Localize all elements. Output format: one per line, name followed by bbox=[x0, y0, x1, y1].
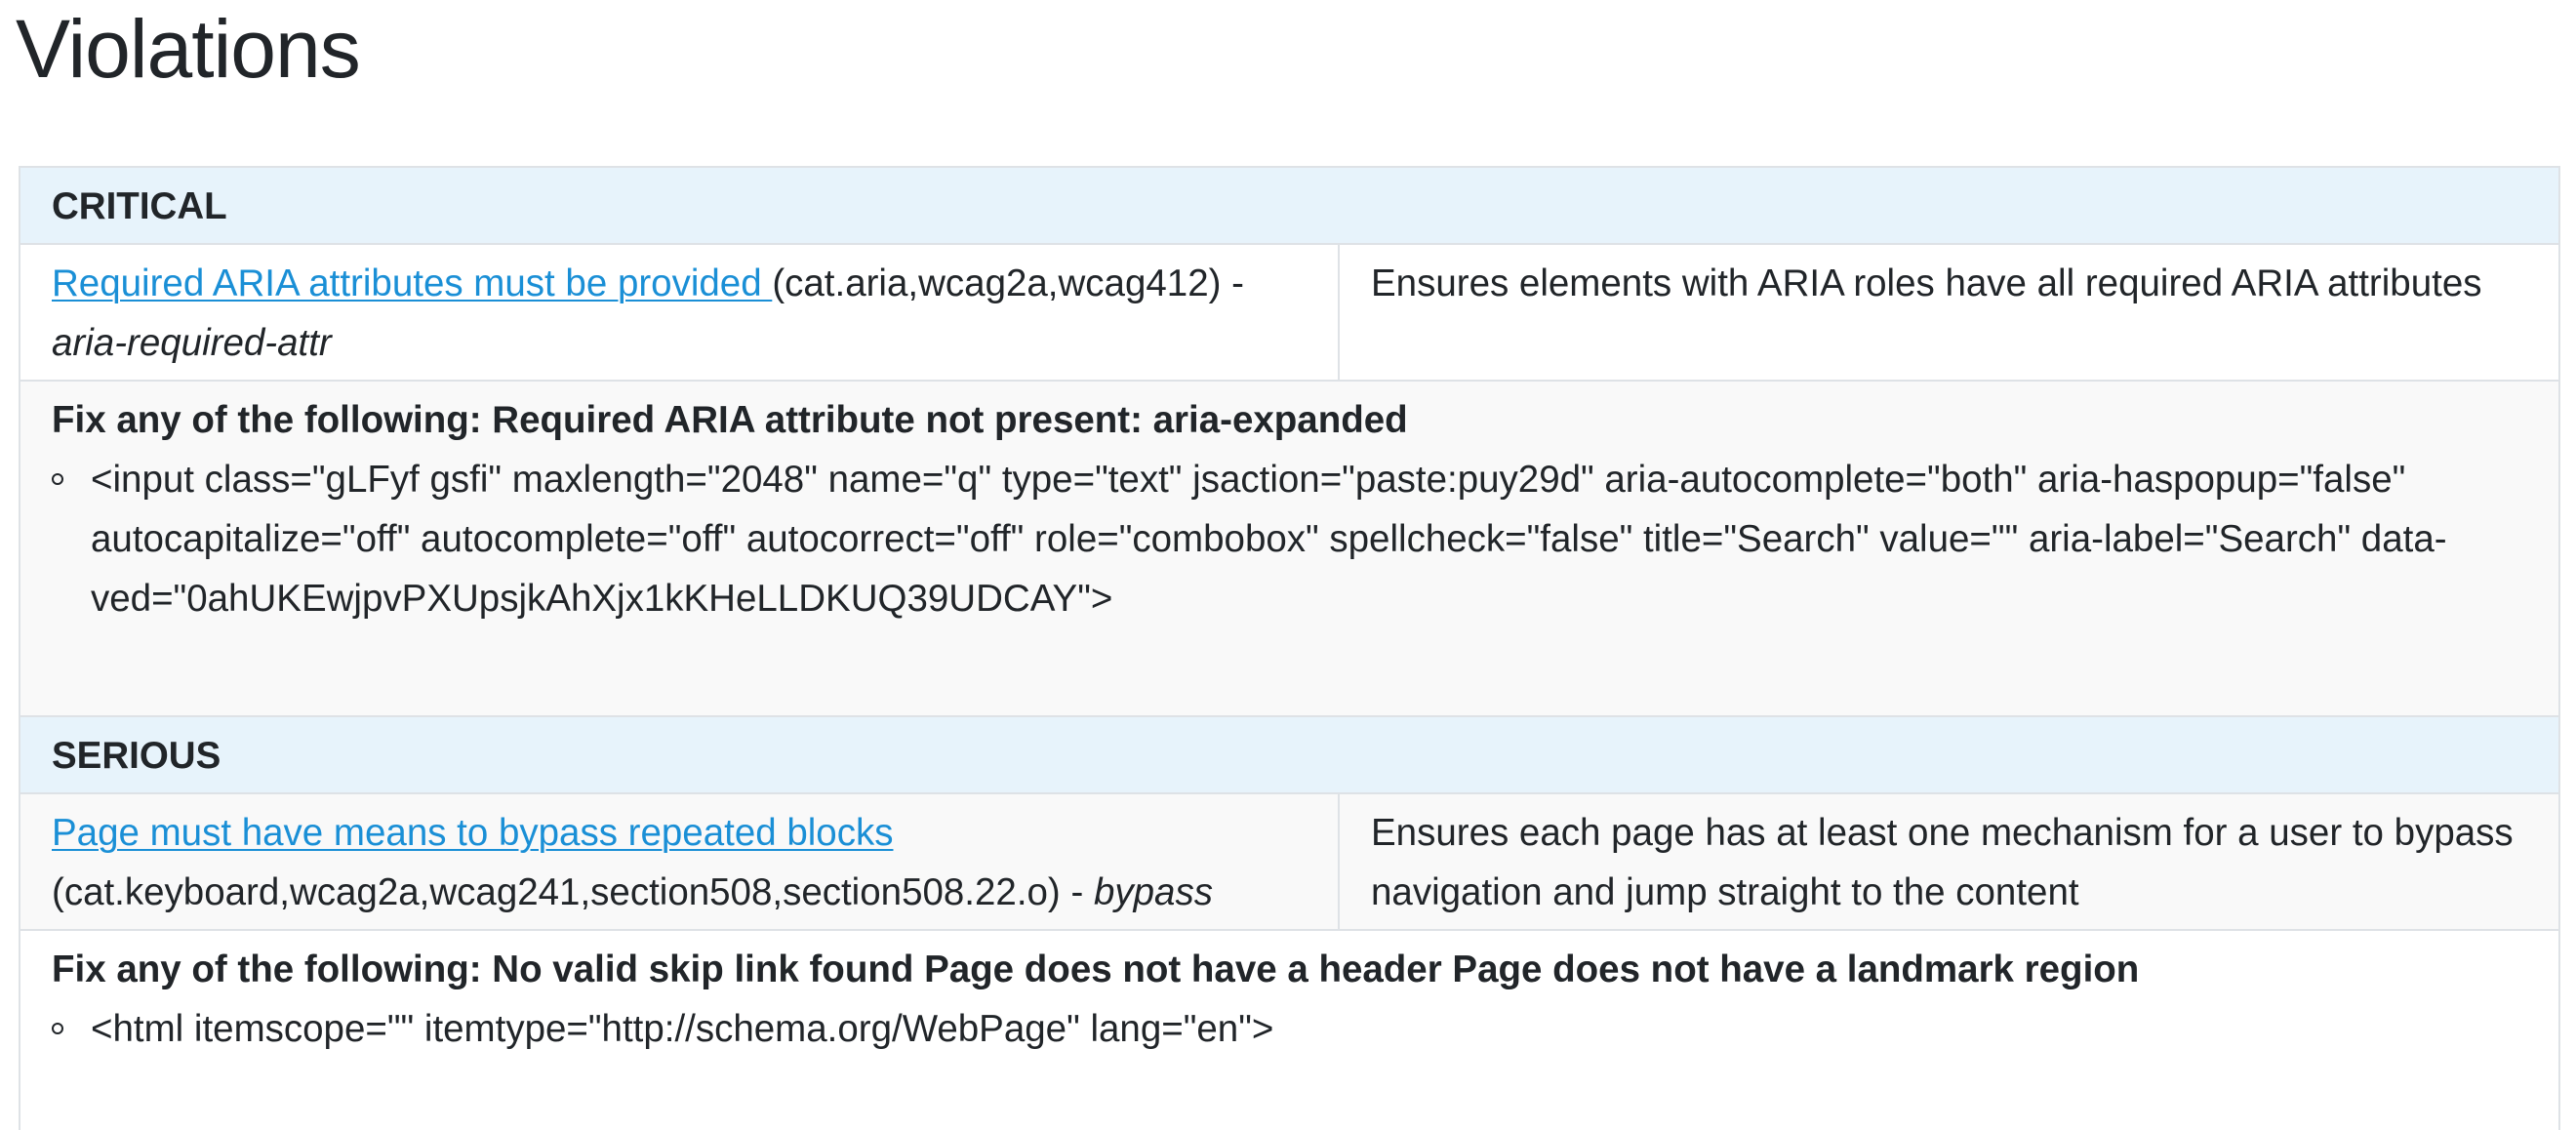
rule-row: Page must have means to bypass repeated … bbox=[19, 792, 2560, 931]
rule-id: aria-required-attr bbox=[52, 322, 332, 364]
rule-description: Ensures each page has at least one mecha… bbox=[1338, 792, 2560, 931]
page-title: Violations bbox=[16, 3, 361, 95]
node-list: <html itemscope="" itemtype="http://sche… bbox=[52, 999, 2527, 1059]
rule-row: Required ARIA attributes must be provide… bbox=[19, 243, 2560, 382]
fix-cell: Fix any of the following: Required ARIA … bbox=[19, 380, 2560, 717]
fix-row: Fix any of the following: No valid skip … bbox=[19, 929, 2560, 1130]
circle-bullet-icon bbox=[52, 473, 63, 485]
fix-summary: Fix any of the following: No valid skip … bbox=[52, 948, 2140, 990]
node-html: <html itemscope="" itemtype="http://sche… bbox=[91, 1008, 1274, 1050]
fix-summary: Fix any of the following: Required ARIA … bbox=[52, 399, 1408, 441]
rule-help-link[interactable]: Required ARIA attributes must be provide… bbox=[52, 262, 772, 304]
circle-bullet-icon bbox=[52, 1023, 63, 1034]
impact-header-row: CRITICAL bbox=[19, 166, 2560, 245]
impact-label: SERIOUS bbox=[19, 715, 2560, 794]
node-list: <input class="gLFyf gsfi" maxlength="204… bbox=[52, 450, 2527, 628]
rule-cell: Required ARIA attributes must be provide… bbox=[19, 243, 1340, 382]
rule-tags: (cat.keyboard,wcag2a,wcag241,section508,… bbox=[52, 871, 1094, 913]
rule-cell: Page must have means to bypass repeated … bbox=[19, 792, 1340, 931]
list-item: <html itemscope="" itemtype="http://sche… bbox=[52, 999, 2527, 1059]
list-item: <input class="gLFyf gsfi" maxlength="204… bbox=[52, 450, 2527, 628]
violations-report: Violations CRITICAL Required ARIA attrib… bbox=[0, 0, 2576, 1130]
violations-table: CRITICAL Required ARIA attributes must b… bbox=[19, 166, 2560, 1130]
impact-header-row: SERIOUS bbox=[19, 715, 2560, 794]
fix-row: Fix any of the following: Required ARIA … bbox=[19, 380, 2560, 717]
fix-cell: Fix any of the following: No valid skip … bbox=[19, 929, 2560, 1130]
impact-label: CRITICAL bbox=[19, 166, 2560, 245]
rule-id: bypass bbox=[1093, 871, 1213, 913]
rule-help-link[interactable]: Page must have means to bypass repeated … bbox=[52, 812, 893, 854]
node-html: <input class="gLFyf gsfi" maxlength="204… bbox=[91, 459, 2447, 620]
rule-tags: (cat.aria,wcag2a,wcag412) - bbox=[772, 262, 1244, 304]
rule-description: Ensures elements with ARIA roles have al… bbox=[1338, 243, 2560, 382]
